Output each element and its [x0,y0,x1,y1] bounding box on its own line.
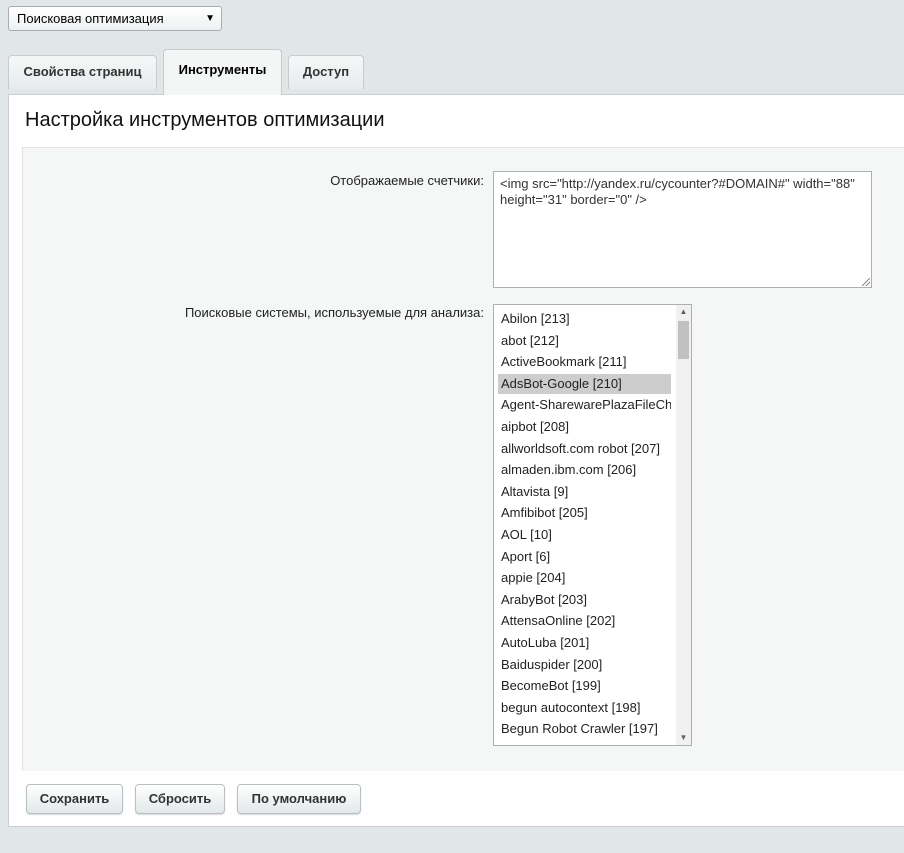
counters-textarea[interactable]: <img src="http://yandex.ru/cycounter?#DO… [493,171,872,288]
search-engine-option[interactable]: Aport [6] [498,547,671,567]
engines-label: Поисковые системы, используемые для анал… [184,305,484,320]
search-engine-option[interactable]: allworldsoft.com robot [207] [498,439,671,459]
tab-access[interactable]: Доступ [288,55,364,89]
scrollbar-thumb[interactable] [678,321,689,359]
reset-button[interactable]: Сбросить [135,784,225,814]
counters-textarea-value: <img src="http://yandex.ru/cycounter?#DO… [500,176,855,207]
search-engine-option[interactable]: ArabyBot [203] [498,590,671,610]
search-engine-option[interactable]: Agent-SharewarePlazaFileChe [498,395,671,415]
search-engine-option[interactable]: aipbot [208] [498,417,671,437]
panel-title: Настройка инструментов оптимизации [25,109,385,131]
search-engine-option[interactable]: almaden.ibm.com [206] [498,460,671,480]
list-scrollbar[interactable]: ▲ ▼ [676,305,691,745]
search-engine-option[interactable]: Baiduspider [200] [498,655,671,675]
scroll-down-icon[interactable]: ▼ [676,731,691,745]
module-select[interactable]: Поисковая оптимизация ▼ [8,6,222,31]
scroll-up-icon[interactable]: ▲ [676,305,691,319]
settings-form: Отображаемые счетчики: <img src="http://… [22,147,904,771]
search-engine-option[interactable]: Begun Robot Crawler [197] [498,719,671,739]
tab-tools-label: Инструменты [178,62,267,77]
save-button[interactable]: Сохранить [26,784,123,814]
tab-tools[interactable]: Инструменты [163,49,282,95]
search-engine-option[interactable]: appie [204] [498,568,671,588]
search-engines-list[interactable]: ▲ ▼ Abilon [213] abot [212] ActiveBookmark… [493,304,692,746]
tab-page-properties-label: Свойства страниц [23,64,142,79]
search-engine-option[interactable]: Abilon [213] [498,309,671,329]
search-engine-option[interactable]: abot [212] [498,331,671,351]
search-engine-option[interactable]: BecomeBot [199] [498,676,671,696]
tab-access-label: Доступ [302,64,350,79]
search-engine-option[interactable]: AttensaOnline [202] [498,611,671,631]
search-engine-option[interactable]: AOL [10] [498,525,671,545]
module-select-value: Поисковая оптимизация [17,11,164,26]
dropdown-arrow-icon: ▼ [205,13,215,24]
search-engine-option[interactable]: Amfibibot [205] [498,503,671,523]
resize-grip-icon[interactable] [862,278,870,286]
search-engine-option[interactable]: Altavista [9] [498,482,671,502]
tools-panel: Настройка инструментов оптимизации Отобр… [8,94,904,827]
default-button[interactable]: По умолчанию [237,784,361,814]
search-engine-option[interactable]: begun autocontext [198] [498,698,671,718]
counters-label: Отображаемые счетчики: [330,173,484,188]
search-engine-option[interactable]: AutoLuba [201] [498,633,671,653]
search-engine-option[interactable]: AdsBot-Google [210] [498,373,671,394]
search-engine-option[interactable]: ActiveBookmark [211] [498,352,671,372]
tab-page-properties[interactable]: Свойства страниц [8,55,157,89]
